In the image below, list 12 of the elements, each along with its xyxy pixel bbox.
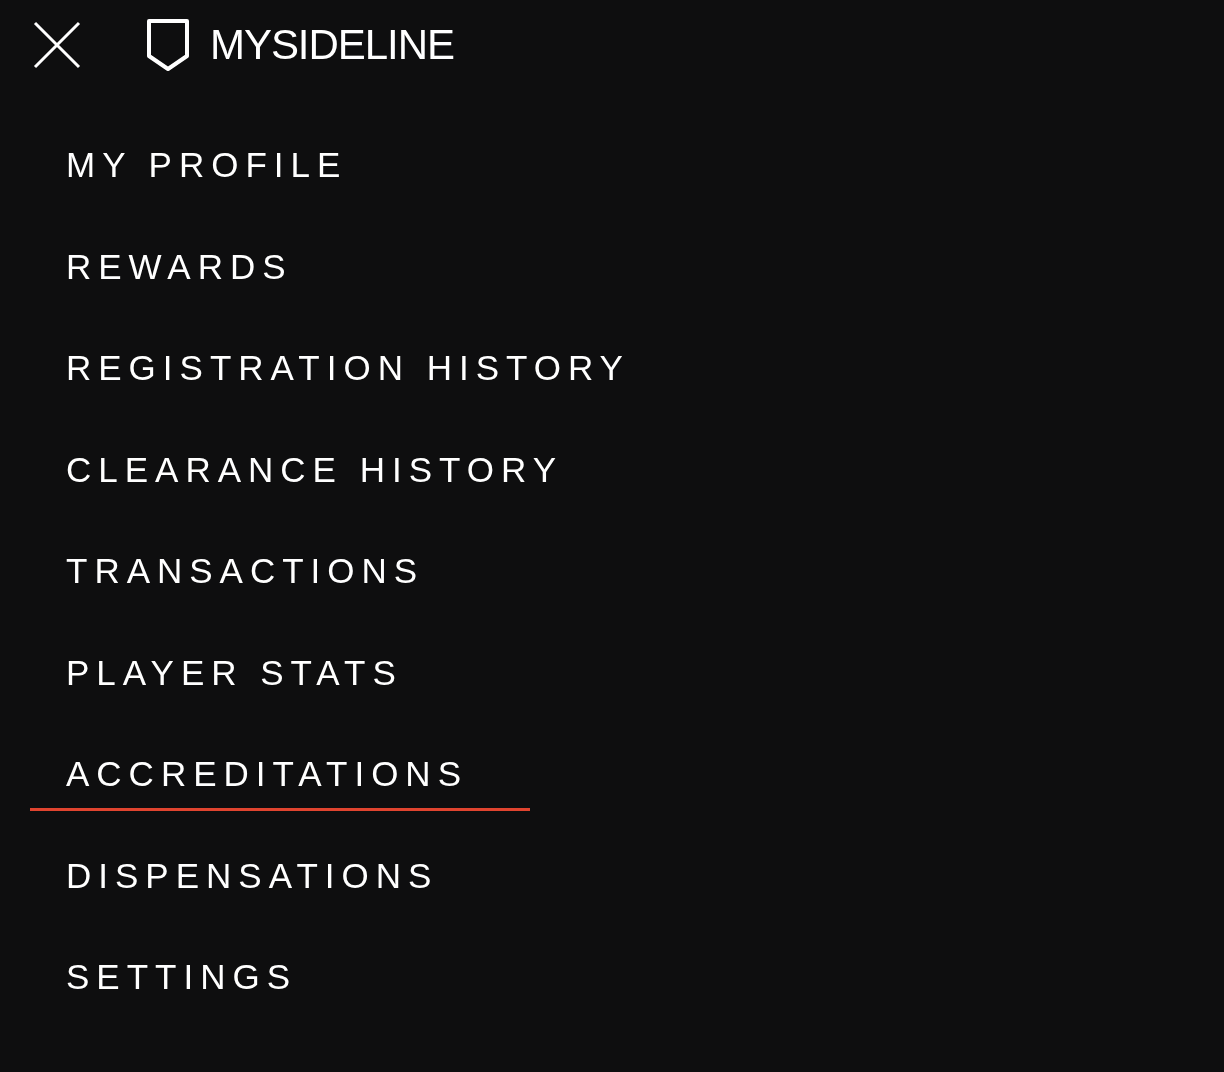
menu-item[interactable]: ACCREDITATIONS: [30, 741, 530, 811]
menu-item[interactable]: DISPENSATIONS: [30, 842, 530, 913]
menu-item[interactable]: PLAYER STATS: [30, 639, 530, 710]
logo-text: MYSIDELINE: [210, 24, 454, 66]
menu-item[interactable]: REGISTRATION HISTORY: [30, 335, 640, 405]
close-icon: [32, 20, 82, 70]
menu-item[interactable]: MY PROFILE: [30, 132, 530, 202]
menu-item[interactable]: SETTINGS: [30, 944, 530, 1014]
shield-icon: [146, 18, 190, 72]
menu-item[interactable]: TRANSACTIONS: [30, 538, 530, 608]
menu-item[interactable]: REWARDS: [30, 233, 530, 304]
menu-item[interactable]: CLEARANCE HISTORY: [30, 436, 573, 507]
